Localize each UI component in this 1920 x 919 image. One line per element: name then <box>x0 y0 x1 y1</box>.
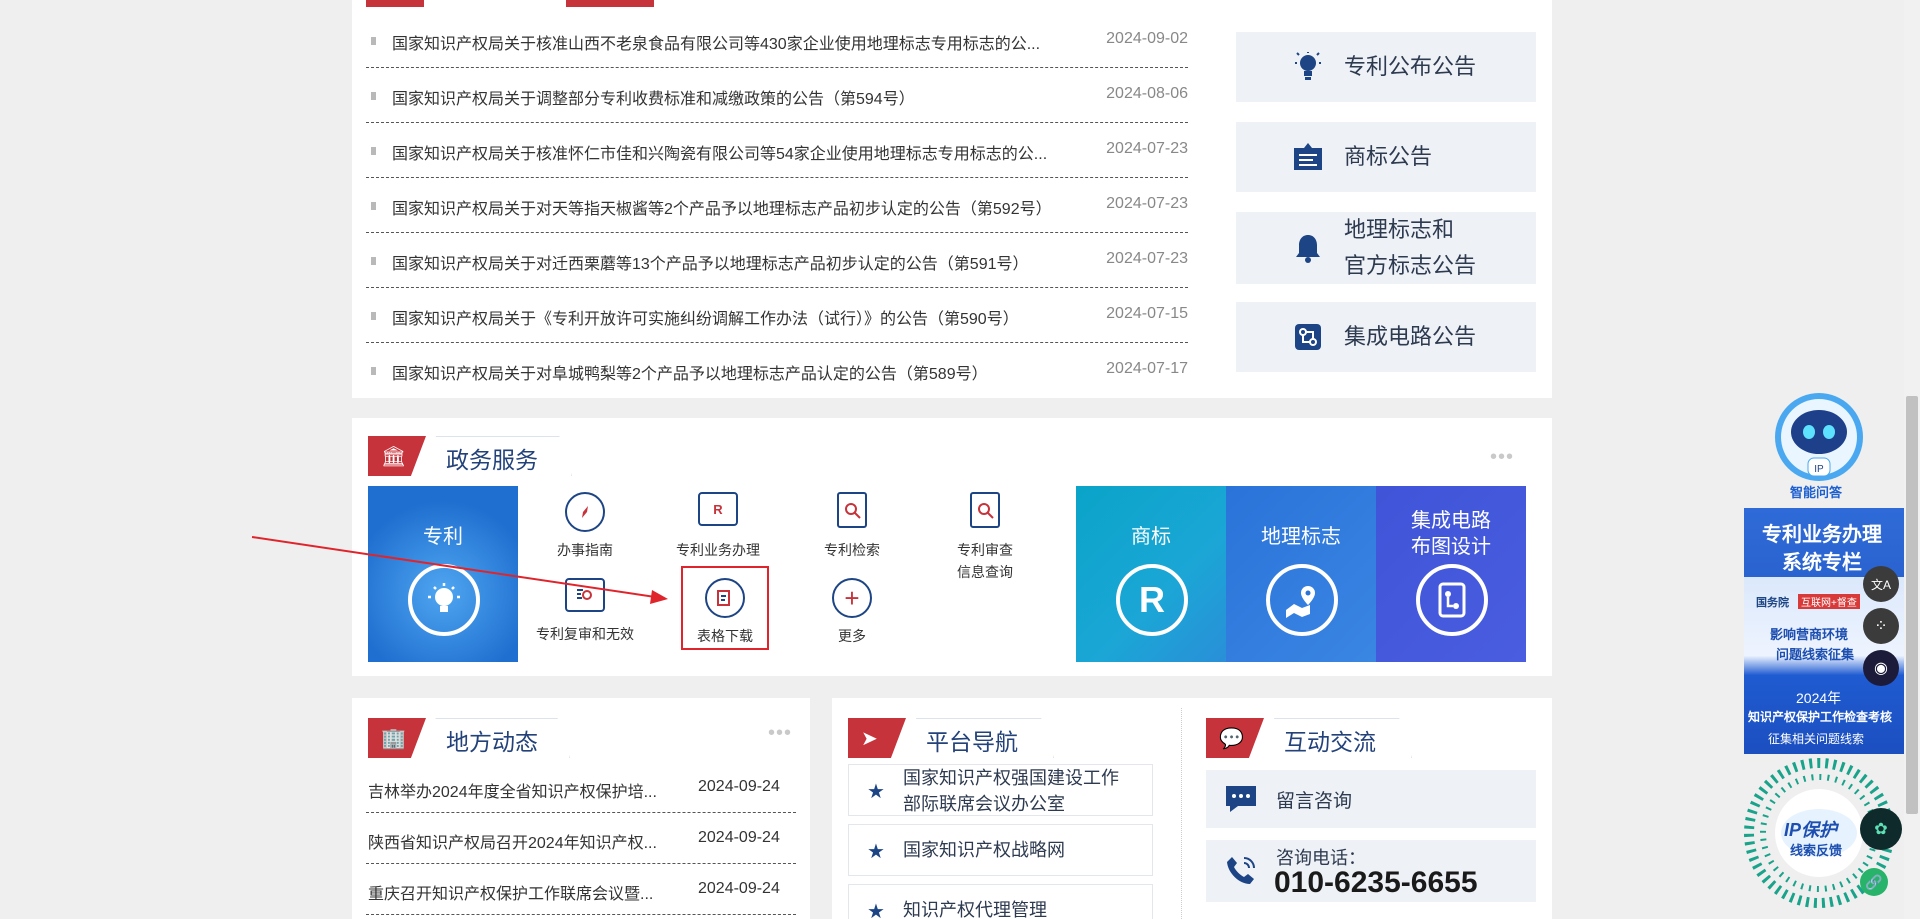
notice-tab-marker <box>566 0 654 7</box>
notice-tab-active-marker <box>366 0 424 7</box>
list-item[interactable]: 国家知识产权局关于《专利开放许可实施纠纷调解工作办法（试行）》的公告（第590号… <box>366 288 1188 343</box>
section-title[interactable]: 平台导航 <box>926 723 1018 757</box>
list-item[interactable]: 国家知识产权局关于对阜城鸭梨等2个产品予以地理标志产品认定的公告（第589号） 2… <box>366 343 1188 398</box>
government-building-icon: 🏛 <box>381 446 407 468</box>
list-item[interactable]: 国家知识产权局关于核准怀仁市佳和兴陶瓷有限公司等54家企业使用地理标志专用标志的… <box>366 123 1188 178</box>
list-item[interactable]: 国家知识产权局关于对天等指天椒酱等2个产品予以地理标志产品初步认定的公告（第59… <box>366 178 1188 233</box>
service-more[interactable]: + 更多 <box>812 578 892 646</box>
bullet-icon <box>368 257 376 265</box>
list-item[interactable]: 国家知识产权局关于对迁西栗蘑等13个产品予以地理标志产品初步认定的公告（第591… <box>366 233 1188 288</box>
bullet-icon <box>368 92 376 100</box>
bullet-icon <box>368 202 376 210</box>
bell-icon <box>1292 232 1324 264</box>
document-search-icon <box>837 492 867 528</box>
star-icon: ★ <box>867 781 885 803</box>
compass-icon <box>565 492 605 532</box>
more-dots-icon[interactable]: ••• <box>768 722 792 745</box>
message-icon <box>1224 784 1258 819</box>
list-item[interactable]: 国家知识产权局关于调整部分专利收费标准和减缴政策的公告（第594号） 2024-0… <box>366 68 1188 123</box>
geo-indication-tile[interactable]: 地理标志 <box>1226 486 1376 662</box>
plus-icon: + <box>832 578 872 618</box>
monitor-r-icon: R <box>698 492 738 526</box>
registered-trademark-icon: R <box>1116 564 1188 636</box>
trademark-tile[interactable]: 商标 R <box>1076 486 1226 662</box>
document-search-icon <box>970 492 1000 528</box>
robot-avatar-icon: IP <box>1775 393 1863 481</box>
list-item[interactable]: 陕西省知识产权局召开2024年知识产权... 2024-09-24 <box>366 813 796 864</box>
geo-official-announcement-button[interactable]: 地理标志和 官方标志公告 <box>1236 212 1536 284</box>
platform-nav-header: ➤ 平台导航 <box>848 710 1058 758</box>
ai-assistant-icon[interactable]: ✿ <box>1860 808 1902 850</box>
header-red-badge: 🏛 <box>368 436 426 476</box>
ic-layout-tile[interactable]: 集成电路 布图设计 <box>1376 486 1526 662</box>
service-patent-search[interactable]: 专利检索 <box>810 492 894 560</box>
bullet-icon <box>368 367 376 375</box>
list-item[interactable]: 国家知识产权局关于核准山西不老泉食品有限公司等430家企业使用地理标志专用标志的… <box>366 13 1188 68</box>
annotation-arrow <box>251 536 668 604</box>
section-title[interactable]: 地方动态 <box>446 723 538 757</box>
list-item[interactable]: 重庆召开知识产权保护工作联席会议暨... 2024-09-24 <box>366 864 796 915</box>
star-icon: ★ <box>867 901 885 919</box>
lightbulb-icon <box>1292 51 1324 83</box>
header-red-badge: ➤ <box>848 718 906 758</box>
service-forms-download[interactable]: 表格下载 <box>685 578 765 646</box>
link-icon[interactable]: 🔗 <box>1860 868 1888 896</box>
translate-icon[interactable]: 文A <box>1863 566 1899 602</box>
nav-link-ip-agency[interactable]: ★ 知识产权代理管理 <box>848 884 1153 919</box>
svg-text:IP: IP <box>1814 464 1824 475</box>
list-item[interactable]: 吉林举办2024年度全省知识产权保护培... 2024-09-24 <box>366 762 796 813</box>
hotline-box: 咨询电话： 010-6235-6655 <box>1206 840 1536 902</box>
bullet-icon <box>368 147 376 155</box>
gov-service-header: 🏛 政务服务 <box>368 428 578 476</box>
more-dots-icon[interactable]: ••• <box>1490 446 1514 469</box>
navigation-arrow-icon: ➤ <box>861 728 878 750</box>
nav-link-ip-strategy[interactable]: ★ 国家知识产权战略网 <box>848 824 1153 876</box>
notice-board-icon <box>1292 141 1324 173</box>
map-pin-icon <box>1266 564 1338 636</box>
chat-bubble-icon: 💬 <box>1219 728 1244 750</box>
chatbot-icon[interactable]: ◉ <box>1863 650 1899 686</box>
panel-divider <box>1181 708 1182 919</box>
header-red-badge: 💬 <box>1206 718 1264 758</box>
circuit-board-icon <box>1416 564 1488 636</box>
ic-announcement-button[interactable]: 集成电路公告 <box>1236 302 1536 372</box>
trademark-announcement-button[interactable]: 商标公告 <box>1236 122 1536 192</box>
section-title[interactable]: 政务服务 <box>446 441 538 475</box>
service-exam-info[interactable]: 专利审查 信息查询 <box>940 492 1030 582</box>
bullet-icon <box>368 37 376 45</box>
phone-icon <box>1224 854 1258 893</box>
nav-link-ip-power-office[interactable]: ★ 国家知识产权强国建设工作 部际联席会议办公室 <box>848 764 1153 816</box>
consult-button[interactable]: 留言咨询 <box>1206 770 1536 828</box>
circuit-icon <box>1292 321 1324 353</box>
star-icon: ★ <box>867 841 885 863</box>
interaction-header: 💬 互动交流 <box>1206 710 1416 758</box>
patent-announcement-button[interactable]: 专利公布公告 <box>1236 32 1536 102</box>
robot-assistant[interactable]: IP 智能问答 <box>1772 392 1866 500</box>
building-icon: 🏢 <box>381 728 406 750</box>
form-download-icon <box>705 578 745 618</box>
service-patent-business[interactable]: R 专利业务办理 <box>668 492 768 560</box>
scrollbar-thumb[interactable] <box>1906 396 1918 814</box>
apps-grid-icon[interactable]: ⁘ <box>1863 608 1899 644</box>
bullet-icon <box>368 312 376 320</box>
section-title[interactable]: 互动交流 <box>1284 723 1376 757</box>
local-news-header: 🏢 地方动态 <box>368 710 578 758</box>
